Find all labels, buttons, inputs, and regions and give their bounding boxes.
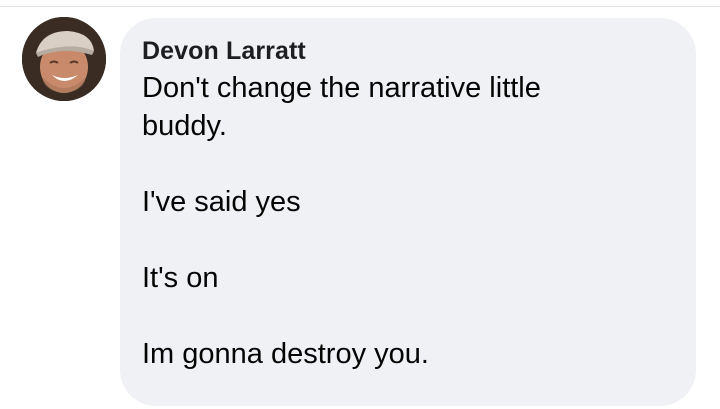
line-spacer xyxy=(142,297,674,335)
profile-photo-avatar-icon xyxy=(22,17,106,101)
comment-thread: Devon Larratt Don't change the narrative… xyxy=(0,0,720,409)
line-spacer xyxy=(142,145,674,183)
comment-line: Don't change the narrative little buddy. xyxy=(142,72,541,142)
comment-line: Im gonna destroy you. xyxy=(142,338,429,370)
comment-author-name[interactable]: Devon Larratt xyxy=(142,36,674,66)
line-spacer xyxy=(142,221,674,259)
comment-row: Devon Larratt Don't change the narrative… xyxy=(0,0,720,409)
avatar[interactable] xyxy=(22,17,106,101)
comment-line: It's on xyxy=(142,262,219,294)
comment-body: Don't change the narrative little buddy.… xyxy=(142,69,674,373)
comment-bubble: Devon Larratt Don't change the narrative… xyxy=(120,18,696,406)
comment-line: I've said yes xyxy=(142,186,301,218)
